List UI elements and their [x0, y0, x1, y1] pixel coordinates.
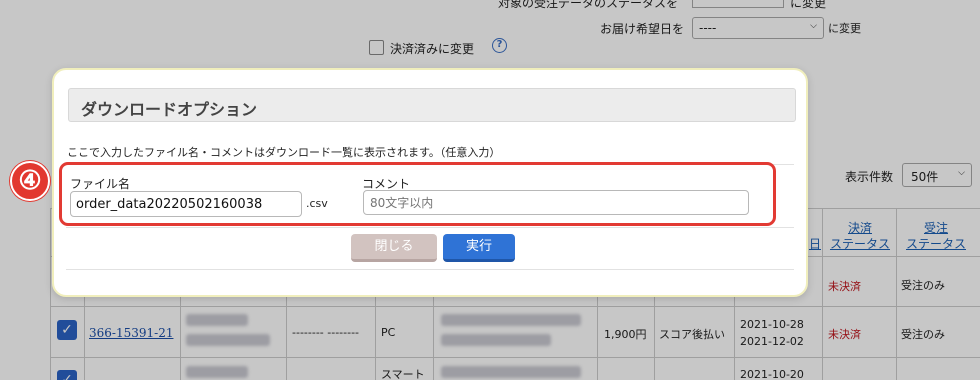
- divider: [66, 227, 794, 228]
- dialog-title: ダウンロードオプション: [68, 88, 796, 122]
- execute-button[interactable]: 実行: [443, 234, 515, 262]
- dialog-description: ここで入力したファイル名・コメントはダウンロード一覧に表示されます。（任意入力）: [67, 146, 501, 159]
- divider: [66, 269, 794, 270]
- annotation-highlight: [59, 162, 776, 226]
- annotation-number: ④: [10, 161, 50, 201]
- close-button[interactable]: 閉じる: [351, 234, 437, 262]
